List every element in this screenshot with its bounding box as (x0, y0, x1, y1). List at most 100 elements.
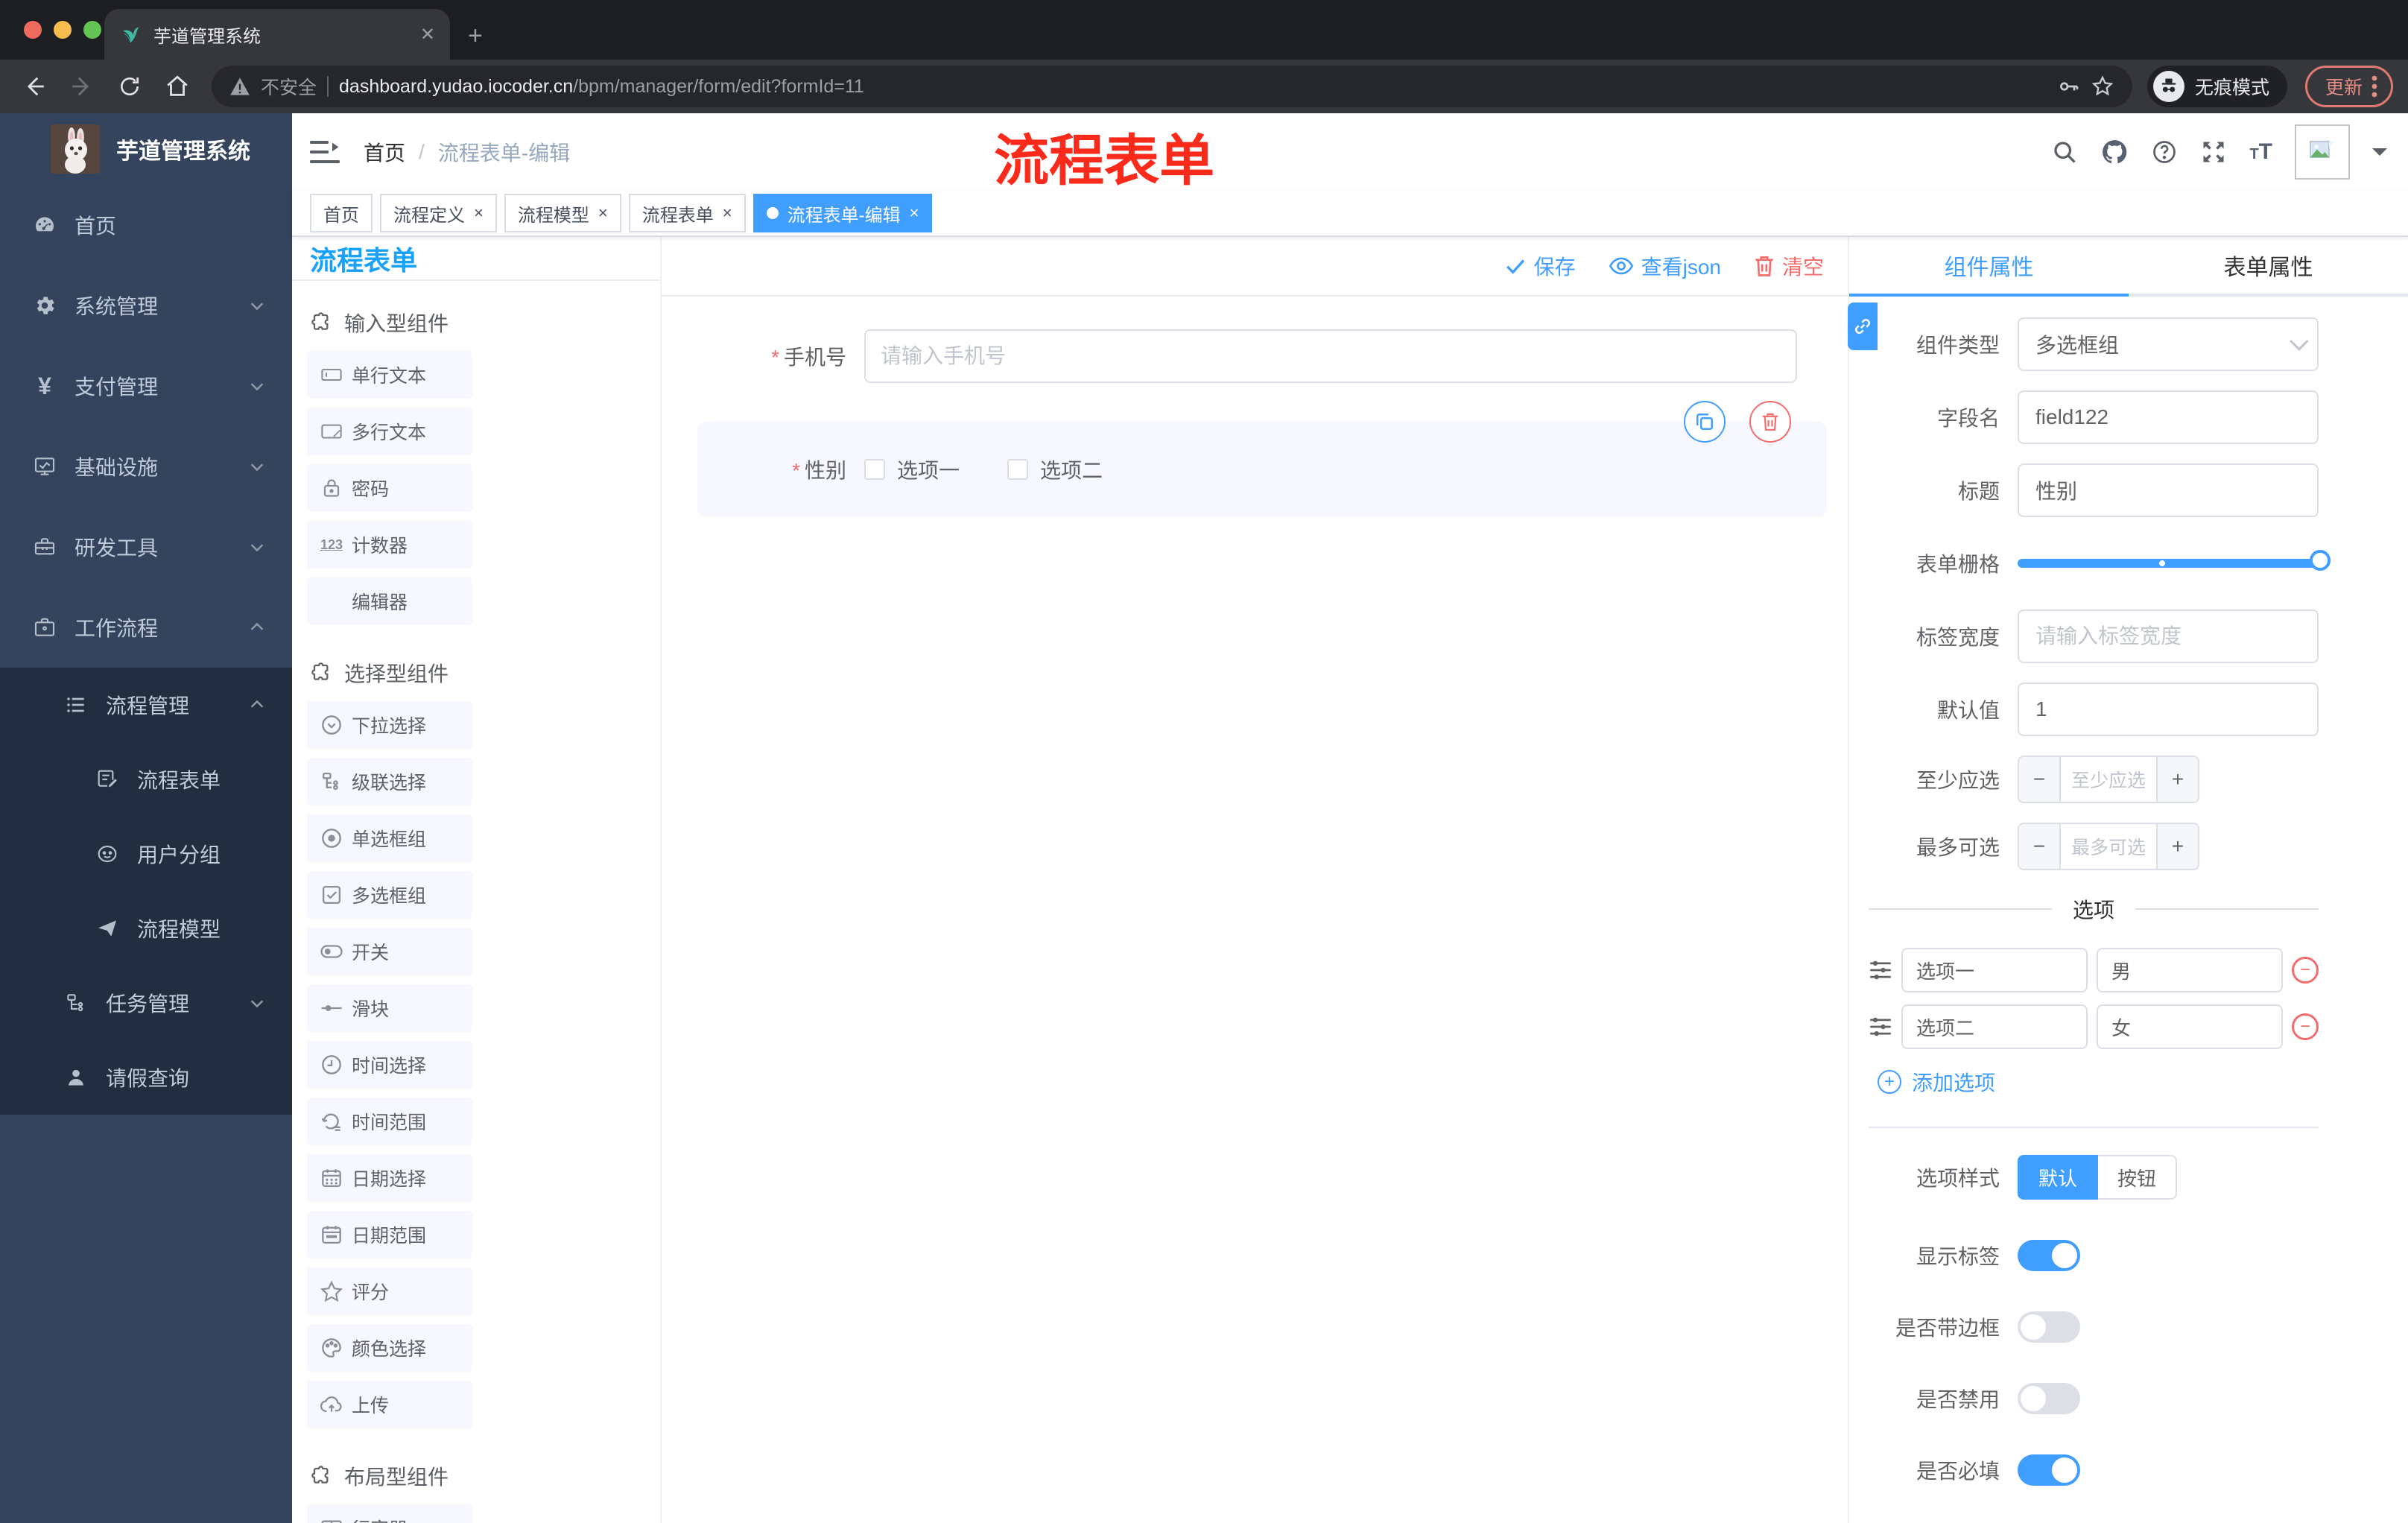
decrease-button[interactable]: − (2019, 757, 2061, 802)
tag-process-model[interactable]: 流程模型 × (504, 194, 621, 232)
border-toggle[interactable] (2018, 1311, 2080, 1343)
palette-item-date-range[interactable]: 日期范围 (307, 1211, 472, 1259)
view-json-button[interactable]: 查看json (1609, 251, 1721, 281)
palette-item-color-picker[interactable]: 颜色选择 (307, 1324, 472, 1372)
tab-close-icon[interactable]: ✕ (420, 24, 435, 45)
back-icon[interactable] (15, 67, 54, 106)
option-value-input[interactable] (2097, 948, 2283, 992)
option-label-input[interactable] (1901, 948, 2088, 992)
clear-button[interactable]: 清空 (1754, 251, 1824, 281)
title-input[interactable] (2018, 463, 2319, 517)
palette-item-select[interactable]: 下拉选择 (307, 701, 472, 750)
decrease-button[interactable]: − (2019, 824, 2061, 869)
search-icon[interactable] (2051, 139, 2078, 165)
palette-item-counter[interactable]: 123 计数器 (307, 521, 472, 569)
default-value-input[interactable] (2018, 683, 2319, 736)
tag-close-icon[interactable]: × (598, 203, 608, 223)
key-icon[interactable] (2056, 75, 2080, 98)
palette-item-checkbox-group[interactable]: 多选框组 (307, 871, 472, 919)
remove-option-button[interactable]: − (2292, 1013, 2319, 1040)
hamburger-collapse-icon[interactable] (310, 139, 340, 165)
gender-option-2[interactable]: 选项二 (1007, 455, 1103, 484)
required-toggle[interactable] (2018, 1454, 2080, 1486)
option-label-input[interactable] (1901, 1004, 2088, 1049)
show-label-toggle[interactable] (2018, 1240, 2080, 1271)
sidebar-item-process-form[interactable]: 流程表单 (0, 742, 292, 817)
help-icon[interactable] (2151, 139, 2178, 165)
palette-item-password[interactable]: 密码 (307, 464, 472, 513)
add-option-button[interactable]: + 添加选项 (1878, 1067, 2319, 1097)
browser-tab[interactable]: 芋道管理系统 ✕ (104, 9, 450, 60)
forward-icon[interactable] (63, 67, 101, 106)
link-tag-button[interactable] (1848, 303, 1878, 350)
avatar-dropdown-caret[interactable] (2372, 148, 2387, 163)
close-window-button[interactable] (24, 21, 42, 39)
tag-close-icon[interactable]: × (474, 203, 484, 223)
min-select-placeholder[interactable]: 至少应选 (2061, 757, 2156, 802)
canvas-field-gender-selected[interactable]: * 性别 选项一 选项二 (697, 401, 1827, 517)
save-button[interactable]: 保存 (1504, 251, 1576, 281)
duplicate-component-button[interactable] (1684, 401, 1726, 443)
increase-button[interactable]: + (2156, 824, 2198, 869)
sidebar-item-dev-tools[interactable]: 研发工具 (0, 507, 292, 587)
reload-icon[interactable] (110, 67, 149, 106)
window-controls[interactable] (24, 21, 101, 39)
component-type-value[interactable] (2018, 317, 2319, 371)
minimize-window-button[interactable] (54, 21, 72, 39)
palette-item-date-picker[interactable]: 日期选择 (307, 1154, 472, 1203)
tab-component-props[interactable]: 组件属性 (1849, 237, 2129, 297)
palette-item-radio-group[interactable]: 单选框组 (307, 814, 472, 863)
palette-item-rate[interactable]: 评分 (307, 1267, 472, 1316)
form-grid-slider[interactable] (2018, 536, 2331, 590)
checkbox[interactable] (864, 459, 885, 480)
sidebar-item-leave-query[interactable]: 请假查询 (0, 1040, 292, 1115)
avatar[interactable] (2295, 124, 2350, 180)
gender-option-1[interactable]: 选项一 (864, 455, 960, 484)
sidebar-item-task-management[interactable]: 任务管理 (0, 966, 292, 1040)
browser-update-button[interactable]: 更新 (2304, 66, 2393, 107)
bookmark-star-icon[interactable] (2091, 75, 2114, 98)
sidebar-item-system[interactable]: 系统管理 (0, 265, 292, 346)
field-name-input[interactable] (2018, 390, 2319, 444)
palette-item-cascader[interactable]: 级联选择 (307, 758, 472, 806)
tag-process-definition[interactable]: 流程定义 × (380, 194, 497, 232)
increase-button[interactable]: + (2156, 757, 2198, 802)
checkbox[interactable] (1007, 459, 1029, 480)
delete-component-button[interactable] (1749, 401, 1791, 443)
palette-item-upload[interactable]: 上传 (307, 1381, 472, 1429)
label-width-input[interactable] (2018, 609, 2319, 663)
sidebar-item-process-management[interactable]: 流程管理 (0, 668, 292, 742)
sidebar-item-workflow[interactable]: 工作流程 (0, 587, 292, 668)
palette-item-editor[interactable]: 编辑器 (307, 577, 472, 626)
palette-item-slider[interactable]: 滑块 (307, 984, 472, 1033)
sidebar-item-payment[interactable]: ¥ 支付管理 (0, 346, 292, 426)
phone-input[interactable] (864, 329, 1797, 383)
new-tab-button[interactable]: + (468, 22, 483, 51)
remove-option-button[interactable]: − (2292, 957, 2319, 984)
tag-process-form-edit[interactable]: 流程表单-编辑 × (752, 194, 933, 232)
max-select-placeholder[interactable]: 最多可选 (2061, 824, 2156, 869)
sidebar-item-home[interactable]: 首页 (0, 185, 292, 265)
tag-home[interactable]: 首页 (310, 194, 373, 232)
palette-item-multi-line-text[interactable]: 多行文本 (307, 408, 472, 456)
sidebar-item-process-model[interactable]: 流程模型 (0, 891, 292, 966)
palette-item-row-container[interactable]: 行容器 (307, 1504, 472, 1523)
tag-process-form[interactable]: 流程表单 × (628, 194, 746, 232)
drag-handle-icon[interactable] (1869, 960, 1892, 981)
option-style-button[interactable]: 按钮 (2098, 1155, 2178, 1200)
tag-close-icon[interactable]: × (910, 203, 919, 223)
component-type-select[interactable] (2018, 317, 2319, 371)
font-size-icon[interactable]: TT (2249, 139, 2272, 165)
drag-handle-icon[interactable] (1869, 1016, 1892, 1037)
disabled-toggle[interactable] (2018, 1383, 2080, 1414)
canvas-field-phone[interactable]: * 手机号 (697, 329, 1797, 383)
option-value-input[interactable] (2097, 1004, 2283, 1049)
palette-item-switch[interactable]: 开关 (307, 928, 472, 976)
tab-form-props[interactable]: 表单属性 (2129, 237, 2408, 294)
tag-close-icon[interactable]: × (723, 203, 732, 223)
fullscreen-icon[interactable] (2200, 139, 2227, 165)
kebab-menu-icon[interactable] (2371, 75, 2377, 98)
slider-track[interactable] (2018, 550, 2331, 571)
maximize-window-button[interactable] (83, 21, 101, 39)
github-icon[interactable] (2100, 138, 2129, 166)
